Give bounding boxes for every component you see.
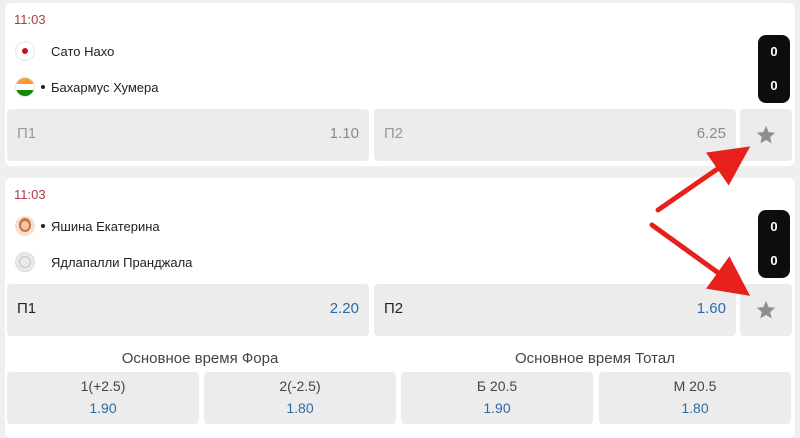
score-player-1: 0	[770, 219, 778, 234]
favorite-button[interactable]	[740, 109, 792, 161]
score-player-1: 0	[770, 44, 778, 59]
odds-button-p1[interactable]: П1 1.10	[7, 109, 369, 161]
odds-value: 2.20	[329, 300, 359, 317]
player-name: Сато Нахо	[51, 43, 115, 59]
match-card-1[interactable]: 11:03 Сато Нахо Бахармус Хумера 0 0 П1 1…	[5, 3, 795, 166]
match-time: 11:03	[14, 12, 46, 27]
star-icon	[756, 300, 776, 319]
market-option-value: 1.90	[89, 400, 117, 416]
market-option-label: 1(+2.5)	[80, 378, 126, 394]
market-option-value: 1.80	[286, 400, 314, 416]
serve-indicator	[41, 85, 45, 89]
score-box: 0 0	[758, 210, 790, 278]
market-option-total-over[interactable]: Б 20.5 1.90	[401, 372, 593, 424]
odds-label: П2	[384, 300, 404, 317]
serve-indicator	[41, 224, 45, 228]
player-row-1: Яшина Екатерина	[15, 215, 160, 237]
player-avatar-icon	[15, 216, 35, 236]
odds-label: П1	[17, 125, 37, 142]
market-title-handicap: Основное время Фора	[121, 350, 279, 367]
india-flag-icon	[15, 77, 35, 97]
odds-label: П1	[17, 300, 37, 317]
odds-button-p1[interactable]: П1 2.20	[7, 284, 369, 336]
match-time: 11:03	[14, 187, 46, 202]
odds-value: 1.10	[329, 125, 359, 142]
market-option-total-under[interactable]: М 20.5 1.80	[599, 372, 791, 424]
score-player-2: 0	[770, 78, 778, 93]
odds-button-p2[interactable]: П2 1.60	[374, 284, 736, 336]
match-card-2[interactable]: 11:03 Яшина Екатерина Ядлапалли Пранджал…	[5, 178, 795, 438]
market-option-label: 2(-2.5)	[279, 378, 321, 394]
odds-label: П2	[384, 125, 404, 142]
player-row-1: Сато Нахо	[15, 40, 114, 62]
favorite-button[interactable]	[740, 284, 792, 336]
market-option-value: 1.90	[483, 400, 511, 416]
japan-flag-icon	[15, 41, 35, 61]
market-title-total: Основное время Тотал	[515, 350, 675, 367]
market-option-handicap-1[interactable]: 1(+2.5) 1.90	[7, 372, 199, 424]
player-name: Ядлапалли Пранджала	[51, 254, 193, 270]
market-option-value: 1.80	[681, 400, 709, 416]
market-option-label: Б 20.5	[476, 378, 518, 394]
odds-value: 1.60	[696, 300, 726, 317]
score-player-2: 0	[770, 253, 778, 268]
player-row-2: Ядлапалли Пранджала	[15, 251, 192, 273]
tennis-ball-icon	[15, 252, 35, 272]
player-name: Бахармус Хумера	[51, 79, 159, 95]
player-name: Яшина Екатерина	[51, 218, 160, 234]
player-row-2: Бахармус Хумера	[15, 76, 159, 98]
odds-value: 6.25	[696, 125, 726, 142]
star-icon	[756, 125, 776, 144]
market-option-label: М 20.5	[673, 378, 717, 394]
odds-button-p2[interactable]: П2 6.25	[374, 109, 736, 161]
score-box: 0 0	[758, 35, 790, 103]
market-option-handicap-2[interactable]: 2(-2.5) 1.80	[204, 372, 396, 424]
